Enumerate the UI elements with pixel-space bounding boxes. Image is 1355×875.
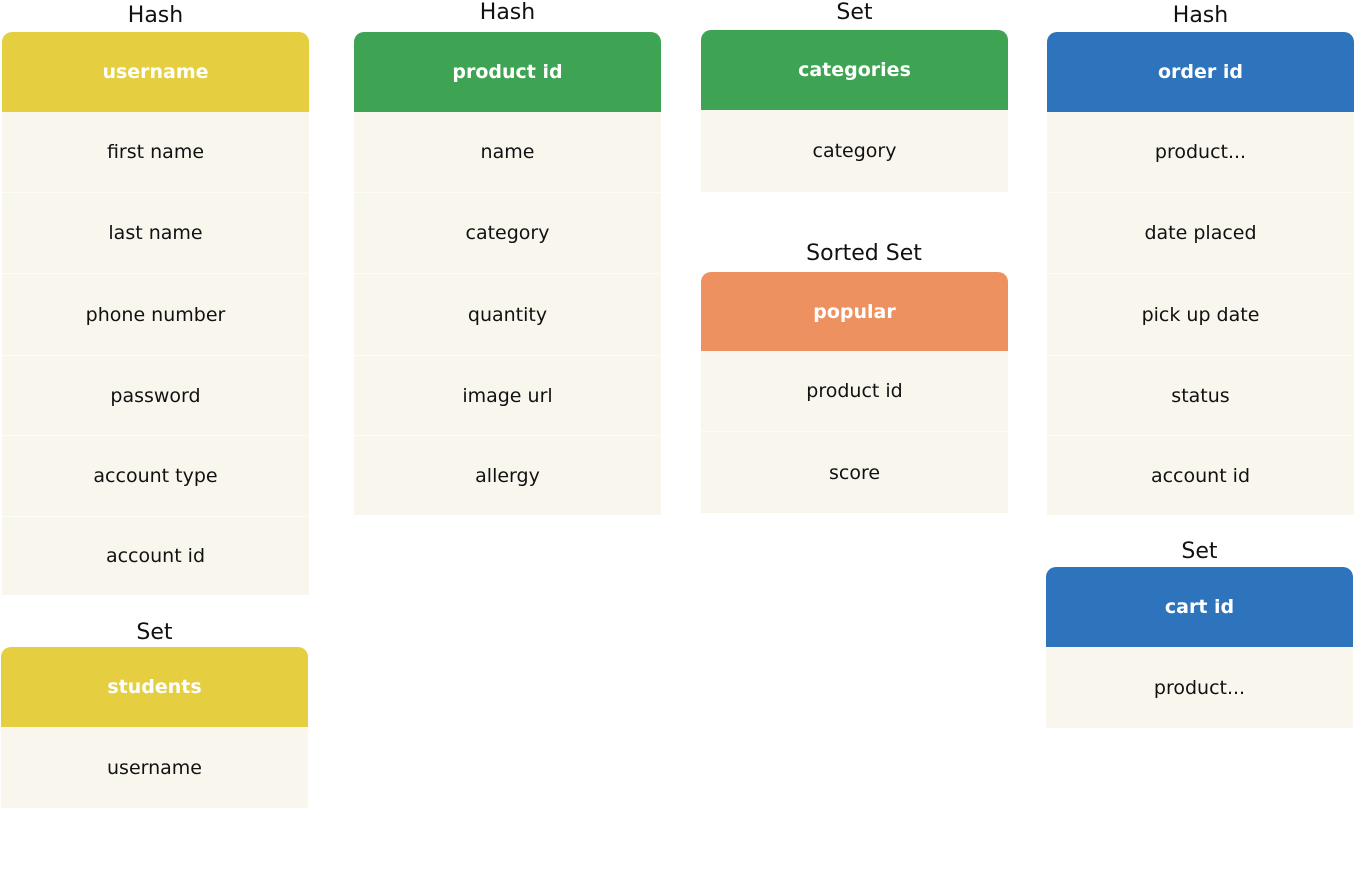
table-row: pick up date (1047, 273, 1354, 355)
table-type-label: Set (1181, 539, 1218, 564)
table-row: name (354, 112, 661, 192)
table-fields: username (1, 727, 308, 808)
table-users: Hash username first name last name phone… (2, 0, 309, 600)
table-header: students (1, 647, 308, 727)
table-products: Hash product id name category quantity i… (354, 0, 661, 516)
table-type-label: Hash (127, 3, 184, 28)
table-row: product... (1047, 112, 1354, 192)
table-header: categories (701, 30, 1008, 110)
table-row: last name (2, 192, 309, 273)
table-row: date placed (1047, 192, 1354, 273)
table-row: account type (2, 435, 309, 516)
table-type-label: Hash (1172, 3, 1229, 28)
table-carts: Set cart id product... (1046, 538, 1353, 730)
table-orders: Hash order id product... date placed pic… (1047, 0, 1354, 516)
table-row: product id (701, 351, 1008, 431)
table-row: allergy (354, 435, 661, 515)
table-header: product id (354, 32, 661, 112)
table-row: password (2, 355, 309, 435)
table-header: username (2, 32, 309, 112)
table-popular: Sorted Set popular product id score (701, 240, 1008, 515)
table-header: cart id (1046, 567, 1353, 647)
table-fields: product id score (701, 351, 1008, 513)
table-row: phone number (2, 273, 309, 355)
table-row: product... (1046, 647, 1353, 728)
table-type-label: Set (136, 620, 173, 645)
table-row: first name (2, 112, 309, 192)
table-fields: first name last name phone number passwo… (2, 112, 309, 595)
table-fields: name category quantity image url allergy (354, 112, 661, 515)
table-header: popular (701, 272, 1008, 351)
table-categories: Set categories category (701, 0, 1008, 194)
table-row: category (354, 192, 661, 273)
table-row: quantity (354, 273, 661, 355)
table-header: order id (1047, 32, 1354, 112)
table-row: status (1047, 355, 1354, 435)
table-type-label: Hash (479, 0, 536, 25)
table-row: username (1, 727, 308, 808)
table-row: account id (1047, 435, 1354, 515)
table-fields: product... (1046, 647, 1353, 728)
table-row: category (701, 110, 1008, 192)
table-row: account id (2, 516, 309, 595)
table-type-label: Set (836, 0, 873, 25)
table-students: Set students username (1, 618, 308, 810)
table-fields: category (701, 110, 1008, 192)
table-row: score (701, 431, 1008, 513)
table-row: image url (354, 355, 661, 435)
table-type-label: Sorted Set (806, 241, 922, 266)
table-fields: product... date placed pick up date stat… (1047, 112, 1354, 515)
